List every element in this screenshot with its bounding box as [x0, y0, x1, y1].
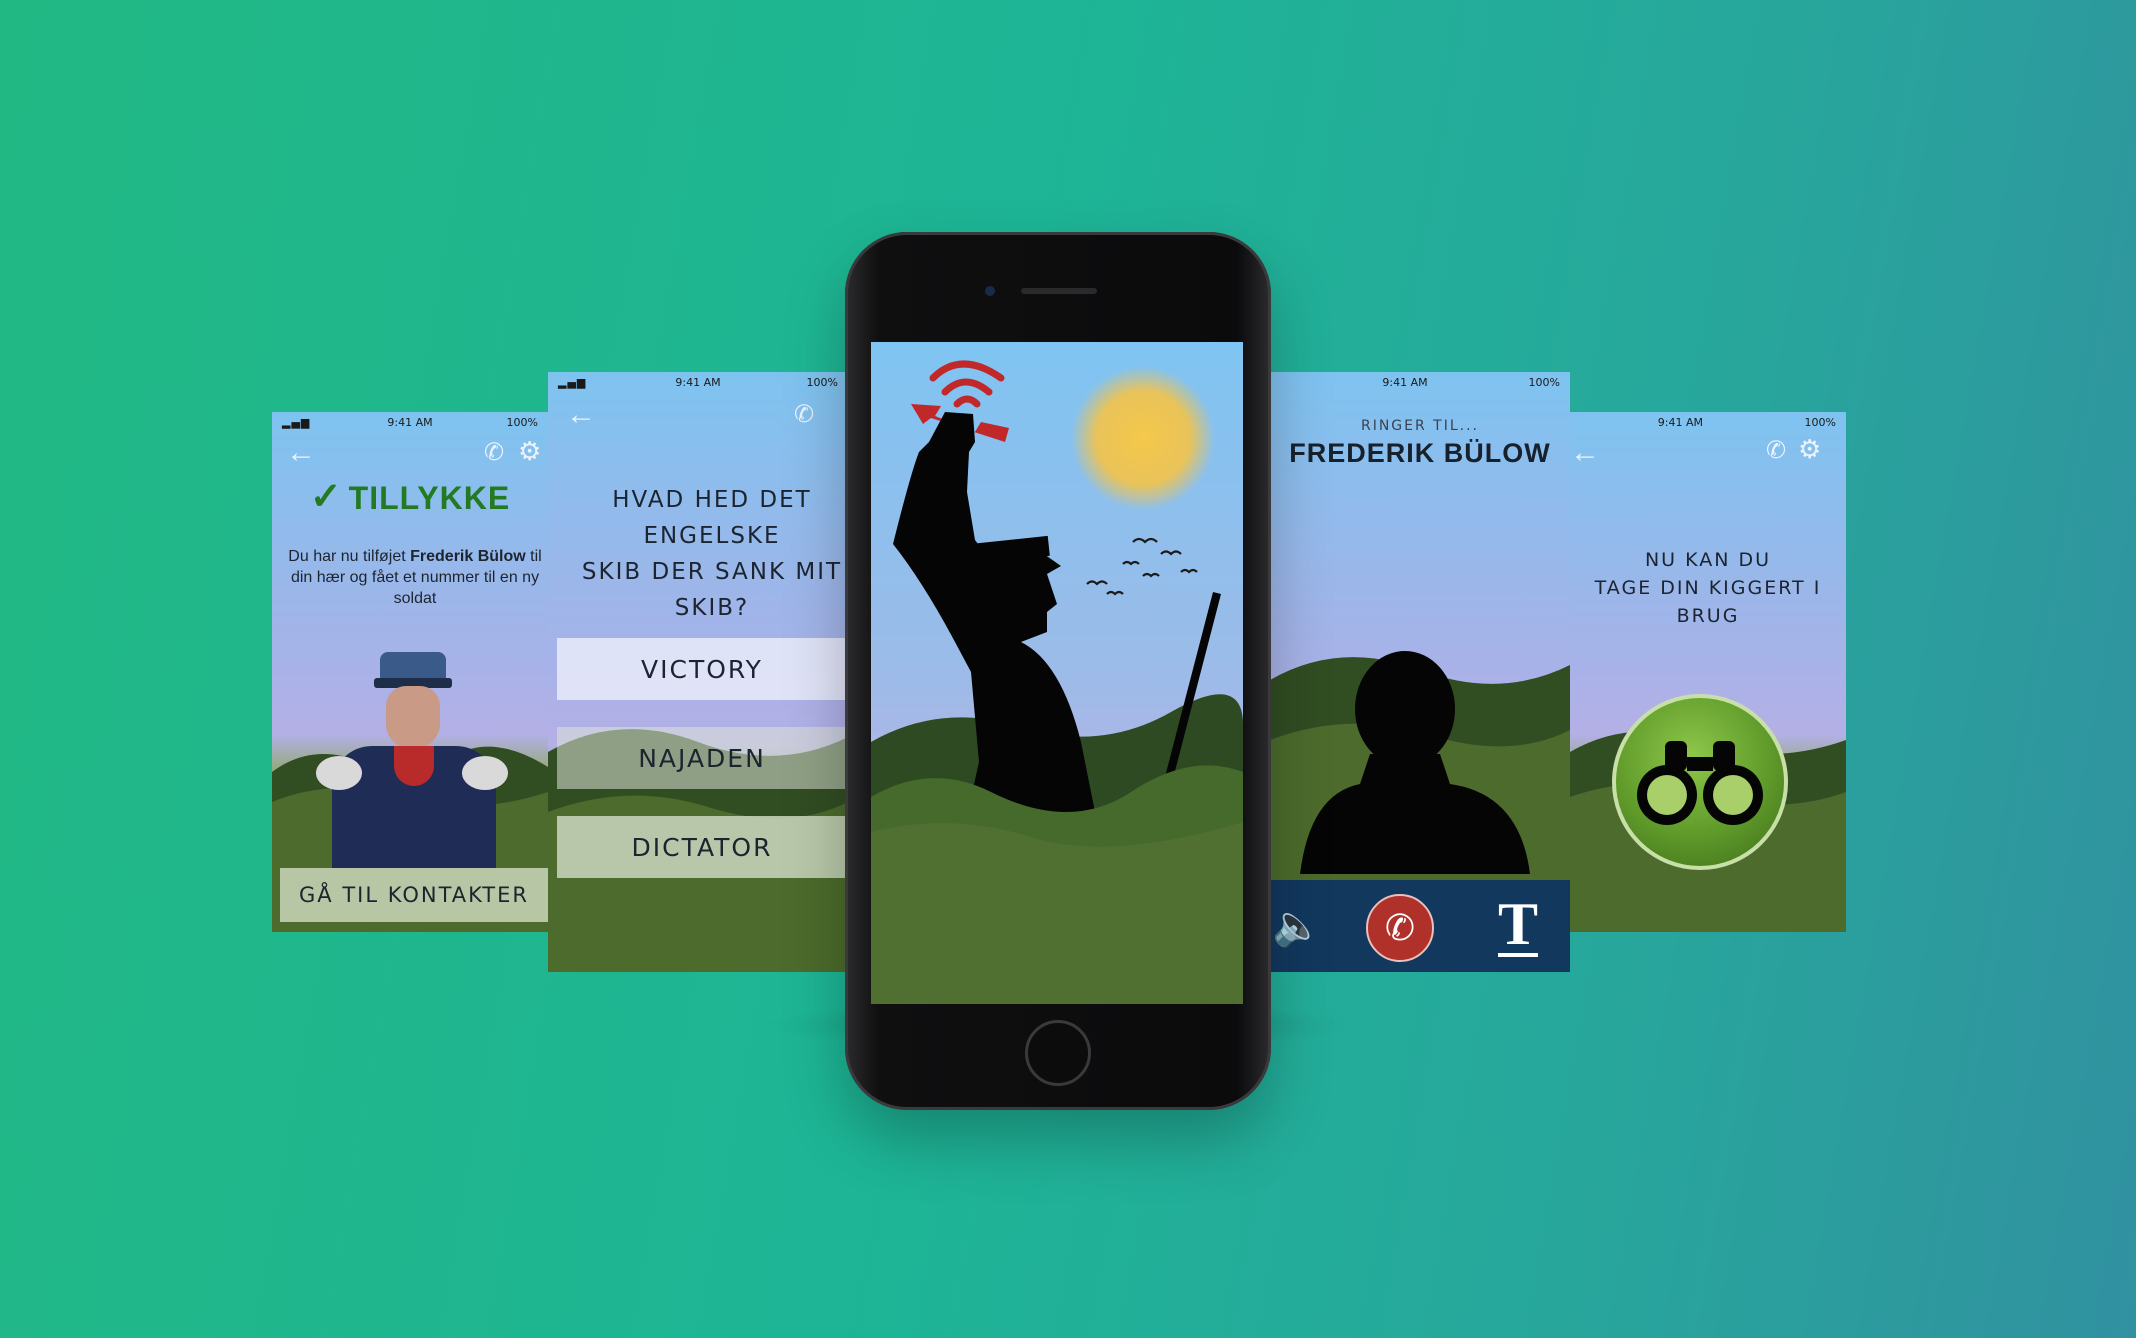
battery-label: 100%: [806, 376, 838, 389]
instruction-line: BRUG: [1676, 605, 1740, 627]
instruction-line: NU KAN DU: [1644, 549, 1772, 571]
caller-silhouette: [1300, 651, 1530, 874]
option-label: VICTORY: [641, 654, 763, 684]
call-action-bar: 🔈 ✆ T: [1270, 880, 1570, 972]
instruction-text: NU KAN DU TAGE DIN KIGGERT I BRUG: [1570, 546, 1846, 630]
signal-icon: ▂▄▆: [558, 376, 587, 389]
soldier-photo: [312, 652, 512, 886]
caller-name: FREDERIK BÜLOW: [1289, 438, 1551, 468]
status-bar: 9:41 AM 100%: [1270, 372, 1570, 392]
home-button[interactable]: [1025, 1020, 1091, 1086]
status-bar: 9:41 AM 100%: [1570, 412, 1846, 432]
button-label: GÅ TIL KONTAKTER: [299, 883, 529, 907]
status-bar: ▂▄▆ 9:41 AM 100%: [272, 412, 548, 432]
hang-up-button[interactable]: ✆: [1366, 894, 1434, 962]
answer-option-victory[interactable]: VICTORY: [557, 638, 847, 700]
checkmark-icon: ✓: [309, 476, 343, 518]
gear-icon[interactable]: ⚙: [1798, 434, 1821, 465]
status-time: 9:41 AM: [1382, 376, 1428, 389]
center-screen-illustration: [871, 342, 1243, 1004]
back-arrow-icon[interactable]: ←: [566, 398, 596, 432]
battery-label: 100%: [1804, 416, 1836, 429]
battery-label: 100%: [506, 416, 538, 429]
speaker-icon[interactable]: 🔈: [1272, 902, 1322, 949]
status-time: 9:41 AM: [1657, 416, 1703, 429]
text-icon: T: [1497, 891, 1539, 957]
binoculars-icon: [1637, 741, 1763, 825]
quiz-question: HVAD HED DET ENGELSKE SKIB DER SANK MIT …: [576, 482, 848, 626]
phone-icon: ✆: [1384, 907, 1416, 948]
title-text: TILLYKKE: [348, 480, 511, 516]
status-time: 9:41 AM: [675, 376, 721, 389]
success-message: Du har nu tilføjet Frederik Bülow til di…: [286, 546, 544, 609]
wifi-signal-icon: [929, 360, 1005, 408]
phone-icon[interactable]: ✆: [794, 400, 814, 429]
phone-icon[interactable]: ✆: [484, 438, 504, 467]
battery-label: 100%: [1528, 376, 1560, 389]
text-mode-button[interactable]: T: [1492, 894, 1544, 958]
option-label: DICTATOR: [631, 832, 773, 862]
soldier-scene: [871, 360, 1243, 1004]
phone-icon[interactable]: ✆: [1766, 436, 1786, 465]
answer-option-najaden[interactable]: NAJADEN: [557, 727, 847, 789]
binoculars-button[interactable]: [1612, 694, 1788, 870]
question-line: SKIB DER SANK MIT SKIB?: [581, 559, 843, 621]
back-arrow-icon[interactable]: ←: [286, 436, 316, 470]
screen-tillykke: ▂▄▆ 9:41 AM 100% ← ✆ ⚙ ✓ TILLYKKE Du har …: [272, 412, 548, 932]
status-time: 9:41 AM: [387, 416, 433, 429]
earpiece-speaker: [1021, 288, 1097, 294]
calling-label: RINGER TIL...: [1360, 418, 1480, 434]
success-title: ✓ TILLYKKE: [272, 474, 548, 519]
signal-icon: ▂▄▆: [282, 416, 311, 429]
front-camera: [985, 286, 995, 296]
message-name: Frederik Bülow: [410, 548, 526, 565]
question-line: HVAD HED DET ENGELSKE: [612, 487, 812, 549]
sun-icon: [1071, 366, 1215, 510]
instruction-line: TAGE DIN KIGGERT I: [1594, 577, 1822, 599]
screen-binoculars: 9:41 AM 100% ← ✆ ⚙ NU KAN DU TAGE DIN KI…: [1570, 412, 1846, 932]
go-to-contacts-button[interactable]: GÅ TIL KONTAKTER: [280, 868, 548, 922]
answer-option-dictator[interactable]: DICTATOR: [557, 816, 847, 878]
option-label: NAJADEN: [638, 743, 766, 773]
screen-calling: 9:41 AM 100% RINGER TIL... FREDERIK BÜLO…: [1270, 372, 1570, 972]
back-arrow-icon[interactable]: ←: [1570, 436, 1600, 470]
message-prefix: Du har nu tilføjet: [288, 548, 411, 565]
birds-icon: [1086, 537, 1198, 596]
gear-icon[interactable]: ⚙: [518, 436, 541, 467]
status-bar: ▂▄▆ 9:41 AM 100%: [548, 372, 848, 392]
